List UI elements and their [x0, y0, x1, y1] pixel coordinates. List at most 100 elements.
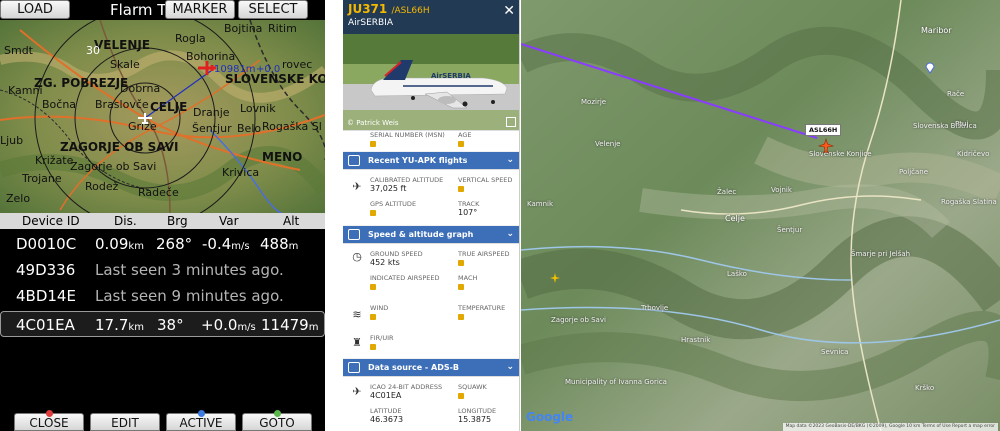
town-rogaska: Rogaška Sl	[262, 120, 322, 133]
row-last-seen: Last seen 9 minutes ago.	[95, 287, 284, 305]
lock-icon	[458, 284, 464, 290]
town-radece: Radeče	[138, 186, 179, 199]
town-velenje: VELENJE	[94, 38, 151, 52]
icao-value: 4C01EA	[370, 391, 402, 400]
town-meno: MENO	[262, 150, 303, 164]
town-rodez: Rodež	[85, 180, 119, 193]
flight-header: JU371 /ASL66H AirSERBIA ✕	[343, 0, 519, 34]
serial-label: SERIAL NUMBER (MSN)	[370, 131, 445, 139]
town-rovec: rovec	[282, 58, 313, 71]
header-altitude: Alt	[283, 214, 300, 228]
flarm-map[interactable]: VELENJE Skale ZG. POBREZJE Dobrna Braslo…	[0, 20, 325, 213]
active-button[interactable]: ACTIVE	[166, 410, 236, 431]
fir-label: FIR/UIR	[370, 334, 394, 342]
flarm-toolbar: LOAD Flarm Traffic MARKER SELECT	[0, 0, 325, 20]
map-label-kamnik: Kamnik	[527, 200, 554, 208]
town-bojtina: Bojtina	[224, 22, 263, 35]
row-altitude: 488m	[260, 235, 299, 253]
map-label-krsko: Krško	[915, 384, 935, 392]
header-distance: Dis.	[114, 214, 137, 228]
row-device-id: 4C01EA	[16, 316, 75, 334]
photo-livery: AirSERBIA	[431, 72, 471, 80]
lock-icon	[370, 210, 376, 216]
table-row[interactable]: 4BD14E Last seen 9 minutes ago.	[0, 283, 325, 309]
ring-label-30: 30	[86, 44, 100, 57]
town-dranje: Dranje	[193, 106, 230, 119]
map-label-vojnik: Vojnik	[771, 186, 792, 194]
map-label-hrastnik: Hrastnik	[681, 336, 711, 344]
town-ljub: Ljub	[0, 134, 24, 147]
select-button[interactable]: SELECT	[238, 0, 308, 19]
aircraft-photo[interactable]: AirSERBIA © Patrick Weis	[343, 34, 519, 130]
traffic-table-header: Device ID Dis. Brg Var Alt	[0, 213, 325, 229]
edit-button-label: EDIT	[111, 416, 139, 430]
row-vario: -0.4m/s	[202, 235, 250, 253]
lock-icon	[458, 260, 464, 266]
plane-icon: ✈	[352, 180, 362, 193]
data-source-header[interactable]: Data source - ADS-B ⌄	[343, 359, 519, 376]
calendar-icon	[348, 155, 360, 166]
screenshot: LOAD Flarm Traffic MARKER SELECT VELENJE…	[0, 0, 1000, 431]
town-lovnik: Lovnik	[240, 102, 276, 115]
edit-button[interactable]: EDIT	[90, 413, 160, 431]
table-row-selected[interactable]: 4C01EA 17.7km 38° +0.0m/s 11479m	[0, 311, 325, 337]
recent-flights-header[interactable]: Recent YU-APK flights ⌄	[343, 152, 519, 169]
town-zelo: Zelo	[6, 192, 31, 205]
map-label-celje: Celje	[725, 214, 745, 223]
lock-icon	[458, 314, 464, 320]
aircraft-marker-icon[interactable]	[818, 138, 834, 154]
town-skale: Skale	[110, 58, 140, 71]
ground-speed-label: GROUND SPEED	[370, 250, 423, 258]
town-dobrna: Dobrna	[120, 82, 161, 95]
graph-icon	[348, 229, 360, 240]
close-button[interactable]: CLOSE	[14, 410, 84, 431]
traffic-aircraft-icon[interactable]	[196, 60, 218, 76]
google-logo-text: Google	[526, 410, 574, 424]
age-label: AGE	[458, 131, 472, 139]
calibrated-altitude-label: CALIBRATED ALTITUDE	[370, 176, 444, 184]
table-row[interactable]: D0010C 0.09km 268° -0.4m/s 488m	[0, 231, 325, 257]
map-label-velenje: Velenje	[595, 140, 621, 148]
ground-speed-value: 452 kts	[370, 258, 400, 267]
wind-icon: ≋	[352, 308, 362, 321]
aircraft-callsign-label[interactable]: ASL66H	[805, 124, 842, 136]
mach-label: MACH	[458, 274, 478, 282]
squawk-label: SQUAWK	[458, 383, 487, 391]
chevron-down-icon: ⌄	[506, 155, 514, 165]
airline-name: AirSERBIA	[348, 18, 393, 28]
table-row[interactable]: 49D336 Last seen 3 minutes ago.	[0, 257, 325, 283]
close-panel-icon[interactable]: ✕	[503, 3, 515, 19]
map-attribution[interactable]: Map data ©2023 GeoBasis-DE/BKG (©2009), …	[782, 423, 998, 431]
data-source-title: Data source - ADS-B	[368, 363, 460, 372]
map-label-rece: Rače	[947, 90, 965, 98]
goto-button[interactable]: GOTO	[242, 410, 312, 431]
longitude-label: LONGITUDE	[458, 407, 497, 415]
row-device-id: 49D336	[16, 261, 76, 279]
row-vario: +0.0m/s	[201, 316, 256, 334]
location-pin-icon[interactable]	[925, 62, 935, 74]
indicated-airspeed-label: INDICATED AIRSPEED	[370, 274, 440, 282]
photo-credit: © Patrick Weis	[347, 119, 399, 127]
speed-graph-header[interactable]: Speed & altitude graph ⌄	[343, 226, 519, 243]
lock-icon	[458, 393, 464, 399]
town-kamnik: Kamni	[8, 84, 43, 97]
flight-map[interactable]: Maribor Slovenska Bistrica Celje Velenje…	[521, 0, 1000, 431]
map-label-zagorje: Zagorje ob Savi	[551, 316, 606, 324]
expand-photo-icon[interactable]	[506, 117, 516, 127]
town-krizate: Križate	[35, 154, 74, 167]
signal-icon: ✈	[352, 385, 362, 398]
traffic-table: Device ID Dis. Brg Var Alt D0010C 0.09km…	[0, 213, 325, 337]
vertical-speed-label: VERTICAL SPEED	[458, 176, 513, 184]
flarm-bottom-bar: CLOSE EDIT ACTIVE GOTO	[0, 410, 325, 431]
lock-icon	[370, 284, 376, 290]
header-device-id: Device ID	[22, 214, 80, 228]
map-label-rogaska: Rogaška Slatina	[941, 198, 997, 206]
header-bearing: Brg	[167, 214, 188, 228]
aircraft-details-section: SERIAL NUMBER (MSN) AGE	[343, 130, 519, 151]
callsign-text: JU371	[348, 2, 388, 16]
other-aircraft-icon[interactable]	[549, 272, 561, 284]
marker-button[interactable]: MARKER	[165, 0, 235, 19]
town-celje: CELJE	[150, 100, 188, 114]
load-button[interactable]: LOAD	[0, 0, 70, 19]
flarm-device: LOAD Flarm Traffic MARKER SELECT VELENJE…	[0, 0, 325, 431]
